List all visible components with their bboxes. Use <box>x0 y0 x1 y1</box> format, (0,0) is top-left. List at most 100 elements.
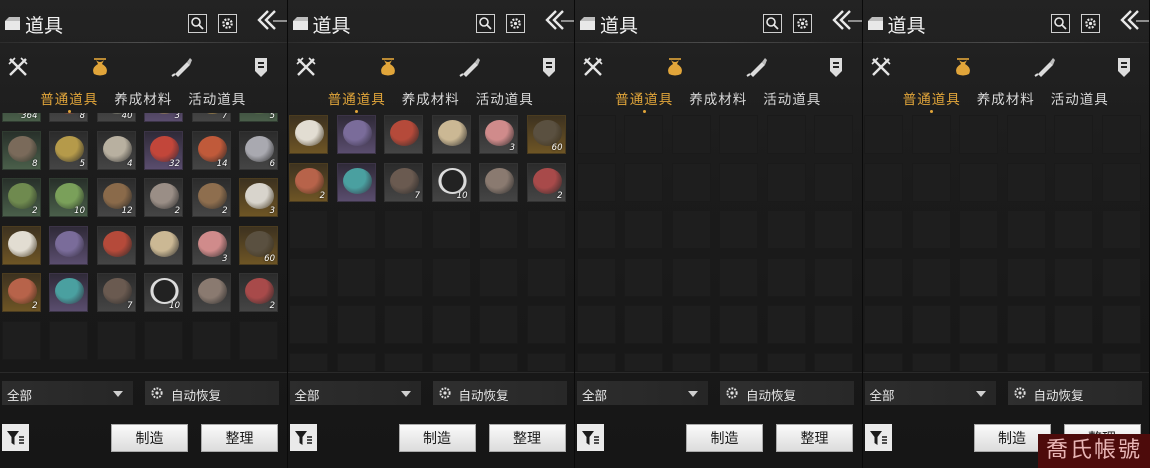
item-slot[interactable] <box>49 225 88 265</box>
item-slot[interactable]: 2 <box>1 273 41 312</box>
tab-2[interactable]: 活动道具 <box>188 88 246 110</box>
back-arrows-icon[interactable] <box>1118 8 1150 36</box>
scroll-brush-icon[interactable] <box>1033 55 1057 79</box>
sort-button[interactable]: 整理 <box>488 424 566 452</box>
tab-1[interactable]: 养成材料 <box>977 88 1035 110</box>
badge-icon[interactable] <box>249 55 273 79</box>
scroll-brush-icon[interactable] <box>458 55 482 79</box>
make-button[interactable]: 制造 <box>686 424 763 452</box>
item-slot[interactable]: 2 <box>144 178 183 217</box>
item-slot[interactable] <box>144 225 183 265</box>
pouch-icon[interactable] <box>951 55 975 79</box>
make-button[interactable]: 制造 <box>398 424 476 452</box>
make-button[interactable]: 制造 <box>111 424 188 452</box>
tab-1[interactable]: 养成材料 <box>689 88 747 110</box>
tab-0[interactable]: 普通道具 <box>615 88 673 113</box>
item-slot[interactable]: 5 <box>239 113 278 122</box>
item-slot[interactable] <box>289 115 328 154</box>
item-slot[interactable]: 8 <box>49 113 88 122</box>
search-button[interactable] <box>188 14 207 33</box>
item-slot[interactable]: 7 <box>191 113 231 122</box>
filter-select[interactable]: 全部 <box>864 381 996 405</box>
item-slot[interactable]: 2 <box>526 162 566 202</box>
item-slot[interactable]: 4 <box>96 130 136 170</box>
scroll-brush-icon[interactable] <box>745 55 769 79</box>
item-slot[interactable]: 10 <box>49 178 88 217</box>
item-slot[interactable]: 2 <box>1 178 41 217</box>
auto-recover-toggle[interactable]: 自动恢复 <box>432 381 567 405</box>
tab-2[interactable]: 活动道具 <box>476 88 534 110</box>
auto-recover-toggle[interactable]: 自动恢复 <box>145 381 279 405</box>
pouch-icon[interactable] <box>376 55 400 79</box>
auto-recover-toggle[interactable]: 自动恢复 <box>720 381 854 405</box>
crossed-swords-icon[interactable] <box>6 55 30 79</box>
item-slot[interactable]: 10 <box>431 162 471 202</box>
filter-select[interactable]: 全部 <box>289 381 421 405</box>
item-slot[interactable]: 3 <box>191 225 231 265</box>
tab-2[interactable]: 活动道具 <box>1051 88 1109 110</box>
item-slot[interactable] <box>384 115 423 154</box>
filter-button[interactable] <box>2 424 29 451</box>
item-slot[interactable]: 7 <box>96 273 136 312</box>
tab-2[interactable]: 活动道具 <box>763 88 821 110</box>
item-slot[interactable]: 2 <box>289 162 328 202</box>
item-slot[interactable]: 12 <box>96 178 136 217</box>
filter-select[interactable]: 全部 <box>577 381 708 405</box>
auto-recover-toggle[interactable]: 自动恢复 <box>1007 381 1142 405</box>
search-button[interactable] <box>763 14 782 33</box>
filter-button[interactable] <box>577 424 604 451</box>
item-slot[interactable]: 32 <box>144 130 183 170</box>
sort-button[interactable]: 整理 <box>201 424 278 452</box>
item-slot[interactable]: 14 <box>191 130 231 170</box>
item-slot[interactable]: 364 <box>1 113 41 122</box>
badge-icon[interactable] <box>537 55 561 79</box>
crossed-swords-icon[interactable] <box>581 55 605 79</box>
tab-0[interactable]: 普通道具 <box>903 88 961 113</box>
crossed-swords-icon[interactable] <box>294 55 318 79</box>
settings-button[interactable] <box>505 14 525 33</box>
item-slot[interactable]: 60 <box>239 225 278 265</box>
item-slot[interactable]: 8 <box>1 130 41 170</box>
scroll-brush-icon[interactable] <box>170 55 194 79</box>
back-arrows-icon[interactable] <box>830 8 862 36</box>
item-slot[interactable]: 60 <box>526 115 566 154</box>
badge-icon[interactable] <box>824 55 848 79</box>
pouch-icon[interactable] <box>663 55 687 79</box>
item-slot[interactable] <box>96 225 136 265</box>
settings-button[interactable] <box>218 14 237 33</box>
item-slot[interactable]: 3 <box>479 115 518 154</box>
item-slot[interactable] <box>49 273 88 312</box>
item-slot[interactable]: 2 <box>191 178 231 217</box>
sort-button[interactable]: 整理 <box>776 424 853 452</box>
item-slot[interactable] <box>1 225 41 265</box>
item-slot[interactable] <box>191 273 231 312</box>
item-slot[interactable] <box>336 162 376 202</box>
tab-0[interactable]: 普通道具 <box>40 88 98 113</box>
item-slot[interactable]: 6 <box>239 130 278 170</box>
item-slot[interactable]: 5 <box>49 130 88 170</box>
settings-button[interactable] <box>793 14 812 33</box>
item-slot[interactable]: 2 <box>239 273 278 312</box>
filter-button[interactable] <box>864 424 892 451</box>
pouch-icon[interactable] <box>88 55 112 79</box>
tab-0[interactable]: 普通道具 <box>328 88 386 113</box>
filter-button[interactable] <box>289 424 317 451</box>
filter-select[interactable]: 全部 <box>2 381 133 405</box>
search-button[interactable] <box>475 14 495 33</box>
search-button[interactable] <box>1050 14 1070 33</box>
tab-1[interactable]: 养成材料 <box>402 88 460 110</box>
item-slot[interactable]: 10 <box>144 273 183 312</box>
item-slot[interactable]: 3 <box>239 178 278 217</box>
settings-button[interactable] <box>1080 14 1100 33</box>
tab-1[interactable]: 养成材料 <box>114 88 172 110</box>
item-slot[interactable] <box>479 162 518 202</box>
item-slot[interactable] <box>431 115 471 154</box>
crossed-swords-icon[interactable] <box>869 55 893 79</box>
back-arrows-icon[interactable] <box>543 8 575 36</box>
badge-icon[interactable] <box>1112 55 1136 79</box>
item-slot[interactable] <box>336 115 376 154</box>
item-slot[interactable]: 7 <box>384 162 423 202</box>
back-arrows-icon[interactable] <box>255 8 287 36</box>
item-slot[interactable]: 3 <box>144 113 183 122</box>
item-slot[interactable]: 40 <box>96 113 136 122</box>
